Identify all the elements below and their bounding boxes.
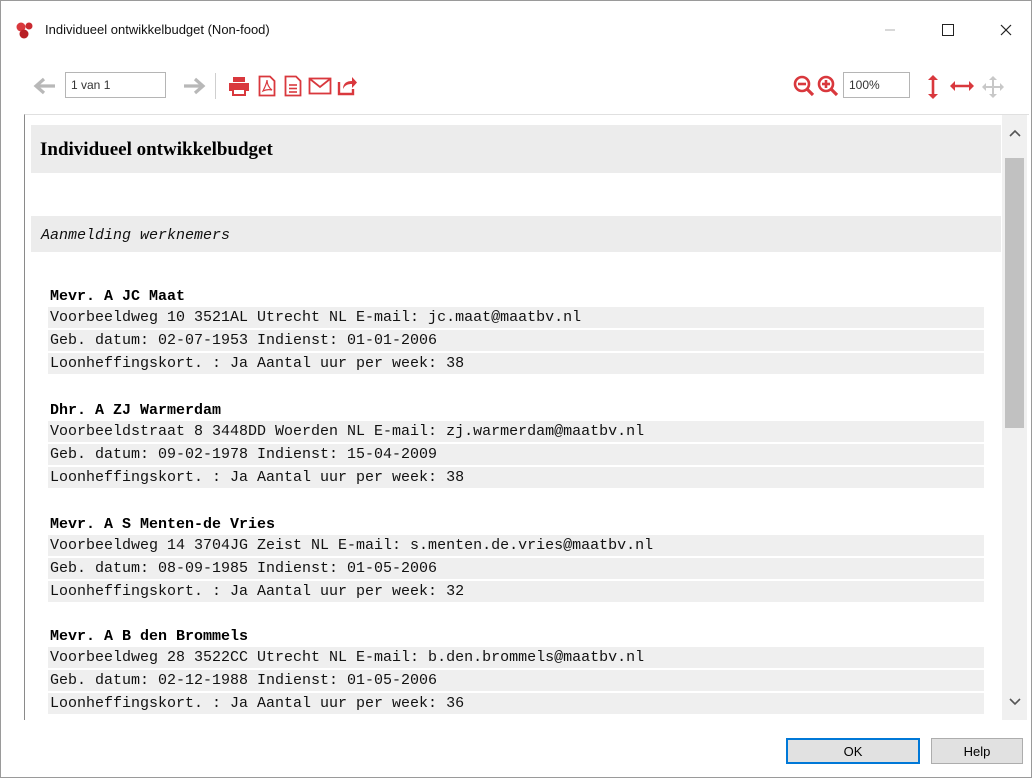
employee-name: Dhr. A ZJ Warmerdam xyxy=(50,402,222,419)
employee-hours: Loonheffingskort. : Ja Aantal uur per we… xyxy=(48,467,984,488)
email-button[interactable] xyxy=(306,74,334,98)
zoom-level-input[interactable]: 100% xyxy=(843,72,910,98)
employee-dates: Geb. datum: 08-09-1985 Indienst: 01-05-2… xyxy=(48,558,984,579)
employee-hours: Loonheffingskort. : Ja Aantal uur per we… xyxy=(48,581,984,602)
ok-button[interactable]: OK xyxy=(786,738,920,764)
employee-address: Voorbeeldweg 10 3521AL Utrecht NL E-mail… xyxy=(48,307,984,328)
title-bar: Individueel ontwikkelbudget (Non-food) xyxy=(1,1,1031,59)
previous-page-button[interactable] xyxy=(30,76,60,96)
employee-record: Mevr. A B den Brommels Voorbeeldweg 28 3… xyxy=(48,627,984,716)
share-button[interactable] xyxy=(334,73,360,97)
scroll-down-button[interactable] xyxy=(1002,684,1027,720)
employee-address: Voorbeeldweg 28 3522CC Utrecht NL E-mail… xyxy=(48,647,984,668)
arrow-right-icon xyxy=(184,77,206,95)
zoom-in-button[interactable] xyxy=(816,74,840,98)
report-title: Individueel ontwikkelbudget xyxy=(40,139,273,160)
zoom-out-icon xyxy=(793,75,815,97)
report-viewport[interactable]: Individueel ontwikkelbudget Aanmelding w… xyxy=(24,114,1029,720)
scroll-thumb[interactable] xyxy=(1005,158,1024,428)
report-header: Individueel ontwikkelbudget xyxy=(31,125,1001,173)
export-pdf-button[interactable] xyxy=(254,73,280,99)
document-icon xyxy=(284,75,302,97)
chevron-up-icon xyxy=(1008,129,1021,137)
toolbar-separator xyxy=(215,73,216,99)
app-logo-icon xyxy=(16,22,33,39)
employee-record: Dhr. A ZJ Warmerdam Voorbeeldstraat 8 34… xyxy=(48,401,984,490)
maximize-icon xyxy=(942,24,954,36)
next-page-button[interactable] xyxy=(179,76,209,96)
pan-button[interactable] xyxy=(979,73,1007,101)
page-number-input[interactable]: 1 van 1 xyxy=(65,72,166,98)
help-button[interactable]: Help xyxy=(931,738,1023,764)
report-window: Individueel ontwikkelbudget (Non-food) 1… xyxy=(0,0,1032,778)
maximize-button[interactable] xyxy=(925,15,971,45)
printer-icon xyxy=(229,77,249,96)
employee-hours: Loonheffingskort. : Ja Aantal uur per we… xyxy=(48,353,984,374)
minimize-icon xyxy=(885,29,895,31)
minimize-button[interactable] xyxy=(867,15,913,45)
employee-hours: Loonheffingskort. : Ja Aantal uur per we… xyxy=(48,693,984,714)
fit-height-button[interactable] xyxy=(923,73,943,101)
scroll-up-button[interactable] xyxy=(1002,115,1027,151)
arrow-left-icon xyxy=(33,77,55,95)
employee-dates: Geb. datum: 02-07-1953 Indienst: 01-01-2… xyxy=(48,330,984,351)
zoom-out-button[interactable] xyxy=(792,74,816,98)
employee-name: Mevr. A B den Brommels xyxy=(50,628,249,645)
export-document-button[interactable] xyxy=(280,73,306,99)
print-button[interactable] xyxy=(226,74,252,98)
close-icon xyxy=(1000,24,1012,36)
envelope-icon xyxy=(308,77,332,95)
page-number-value: 1 van 1 xyxy=(71,78,111,92)
employee-dates: Geb. datum: 09-02-1978 Indienst: 15-04-2… xyxy=(48,444,984,465)
employee-address: Voorbeeldstraat 8 3448DD Woerden NL E-ma… xyxy=(48,421,984,442)
zoom-in-icon xyxy=(817,75,839,97)
employee-dates: Geb. datum: 02-12-1988 Indienst: 01-05-2… xyxy=(48,670,984,691)
vertical-arrows-icon xyxy=(928,75,938,99)
fit-width-button[interactable] xyxy=(948,76,976,96)
section-title: Aanmelding werknemers xyxy=(41,227,231,244)
pdf-file-icon xyxy=(258,75,276,97)
close-button[interactable] xyxy=(983,15,1029,45)
employee-address: Voorbeeldweg 14 3704JG Zeist NL E-mail: … xyxy=(48,535,984,556)
window-title: Individueel ontwikkelbudget (Non-food) xyxy=(45,22,270,37)
employee-record: Mevr. A S Menten-de Vries Voorbeeldweg 1… xyxy=(48,515,984,604)
report-page: Individueel ontwikkelbudget Aanmelding w… xyxy=(25,115,1005,720)
employee-name: Mevr. A JC Maat xyxy=(50,288,186,305)
zoom-level-value: 100% xyxy=(849,78,880,92)
horizontal-arrows-icon xyxy=(950,81,974,91)
move-arrows-icon xyxy=(982,76,1004,98)
employee-name: Mevr. A S Menten-de Vries xyxy=(50,516,276,533)
section-header: Aanmelding werknemers xyxy=(31,216,1001,252)
share-icon xyxy=(337,77,357,96)
vertical-scrollbar[interactable] xyxy=(1002,115,1027,720)
chevron-down-icon xyxy=(1008,698,1021,706)
employee-record: Mevr. A JC Maat Voorbeeldweg 10 3521AL U… xyxy=(48,287,984,376)
